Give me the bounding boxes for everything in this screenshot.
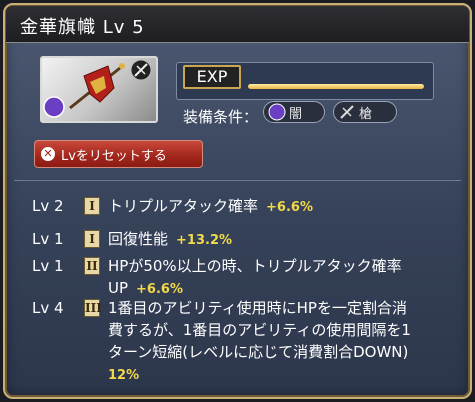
item-card <box>40 56 158 123</box>
skill-level: Lv 1 <box>32 257 64 275</box>
spear-icon <box>130 59 152 81</box>
skill-row: Lv 1 I 回復性能 +13.2% <box>22 228 232 252</box>
exp-bar <box>248 84 424 89</box>
skill-text-line: UP <box>108 279 129 297</box>
element-condition-chip: 闇 <box>263 101 325 123</box>
skill-text-line: HPが50%以上の時、トリプルアタック確率 <box>108 257 402 275</box>
skill-level: Lv 1 <box>32 230 64 248</box>
exp-label: EXP <box>183 65 241 89</box>
skill-text: トリプルアタック確率 <box>108 197 259 215</box>
equip-condition-label: 装備条件： <box>183 108 259 126</box>
skill-value: +6.6% <box>266 200 313 215</box>
tier-badge: II <box>84 257 100 275</box>
element-condition-text: 闇 <box>289 106 303 122</box>
skill-description: HPが50%以上の時、トリプルアタック確率 UP +6.6% <box>108 255 402 301</box>
skill-row: Lv 2 I トリプルアタック確率 +6.6% <box>22 195 313 219</box>
spear-icon <box>340 105 354 119</box>
weapon-condition-text: 槍 <box>359 106 373 122</box>
exp-bar-fill <box>248 84 424 89</box>
weapon-condition-chip: 槍 <box>333 101 397 123</box>
skill-value: +13.2% <box>176 233 233 248</box>
dark-element-icon <box>268 103 286 121</box>
reset-level-label: Lvをリセットする <box>61 148 167 164</box>
item-title: 金華旗幟 Lv 5 <box>20 17 145 38</box>
divider <box>14 180 461 181</box>
skill-row: Lv 4 III 1番目のアビリティ使用時にHPを一定割合消 費するが、1番目の… <box>22 297 411 387</box>
skill-list: Lv 2 I トリプルアタック確率 +6.6% Lv 1 I 回復性能 +13.2%… <box>22 195 452 383</box>
skill-level: Lv 2 <box>32 197 64 215</box>
skill-level: Lv 4 <box>32 299 64 317</box>
tier-badge: III <box>84 299 102 317</box>
skill-value: 12% <box>108 368 140 383</box>
close-icon: ✕ <box>41 147 55 161</box>
skill-description: トリプルアタック確率 +6.6% <box>108 195 313 219</box>
skill-description: 回復性能 +13.2% <box>108 228 232 252</box>
skill-description: 1番目のアビリティ使用時にHPを一定割合消 費するが、1番目のアビリティの使用間… <box>108 297 411 387</box>
skill-text: 回復性能 <box>108 230 169 248</box>
tier-badge: I <box>84 197 100 215</box>
skill-value: +6.6% <box>136 282 183 297</box>
skill-text-line: 費するが、1番目のアビリティの使用間隔を1 <box>108 321 411 339</box>
skill-text-line: 1番目のアビリティ使用時にHPを一定割合消 <box>108 299 407 317</box>
tier-badge: I <box>84 230 100 248</box>
skill-row: Lv 1 II HPが50%以上の時、トリプルアタック確率 UP +6.6% <box>22 255 402 301</box>
skill-text-line: ターン短縮(レベルに応じて消費割合DOWN) <box>108 343 409 361</box>
title-bar: 金華旗幟 Lv 5 <box>6 6 469 43</box>
reset-level-button[interactable]: ✕ Lvをリセットする <box>34 140 203 168</box>
